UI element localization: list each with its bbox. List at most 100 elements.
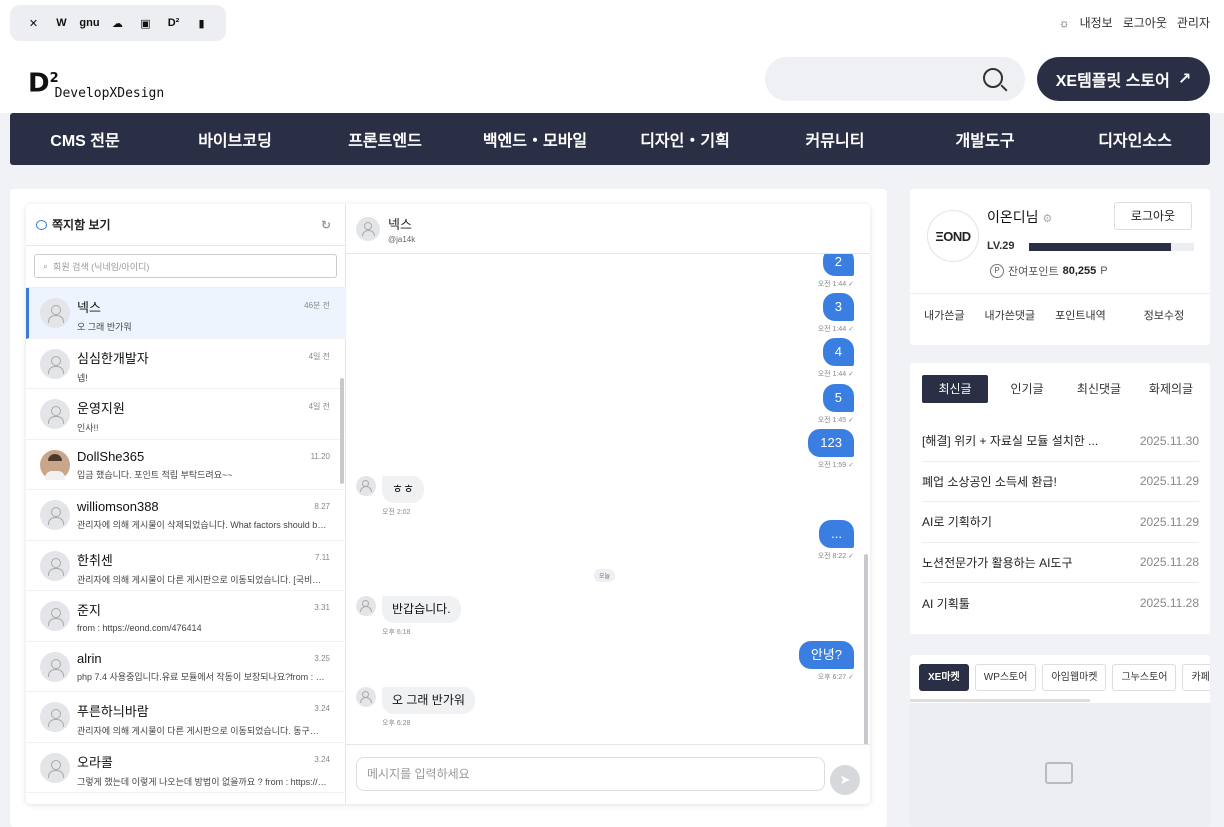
conversation-item[interactable]: williomson388 관리자에 의해 게시물이 삭제되었습니다. What … [26,490,346,541]
conversation-list: 넥스 오 그래 반가워 46분 전 심심한개발자 넵! 4일 전 운영지원인사!! … [26,287,346,804]
chat-panel: 넥스 @ja14k 2 오전 1:44 ✓ 3 오전 1:44 ✓ 4 오전 1… [346,204,870,804]
conversation-time: 11.20 [310,451,330,461]
logo-text: DevelopXDesign [54,85,165,101]
search-input[interactable] [765,57,1025,101]
avatar [356,217,380,241]
search-icon: ⌕ [43,260,49,271]
settings-icon[interactable]: ⚙ [1043,213,1053,225]
tab-latest-comments[interactable]: 최신댓글 [1066,375,1132,403]
conversation-preview: 오 그래 반가워 [77,322,132,332]
conversation-item[interactable]: 푸른하늬바람 관리자에 의해 게시물이 다른 게시판으로 이동되었습니다. 동구에… [26,692,346,743]
theme-toggle-icon[interactable]: ☼ [1059,16,1070,30]
post-title[interactable]: 폐업 소상공인 소득세 환급! [922,473,1057,490]
tab-xe-market[interactable]: XE마켓 [919,664,969,691]
conversation-preview: 그렇게 했는데 이렇게 나오는데 방법이 없을까요 ? from : https… [77,776,327,787]
post-row[interactable]: AI로 기획하기 2025.11.29 [922,502,1199,543]
post-title[interactable]: 노션전문가가 활용하는 AI도구 [922,554,1073,571]
avatar [40,298,70,328]
d2-icon[interactable]: D² [164,14,183,33]
conversation-item[interactable]: DollShe365 입금 했습니다. 포인트 적립 부탁드려요~~ 11.20 [26,440,346,490]
nav-item-frontend[interactable]: 프론트엔드 [310,127,460,151]
book-icon[interactable]: ▮ [192,14,211,33]
nav-item-design-planning[interactable]: 디자인・기획 [610,127,760,151]
arrow-up-right-icon: ↗ [1177,71,1192,88]
received-message: 반갑습니다. 오후 6:18 [356,596,461,637]
search-icon[interactable] [983,68,1003,88]
send-icon[interactable]: ➤ [830,765,860,795]
tab-imweb-market[interactable]: 아임웹마켓 [1042,664,1107,691]
conversation-preview: 입금 했습니다. 포인트 적립 부탁드려요~~ [77,469,233,480]
sent-bubble: 5 [822,384,854,412]
post-title[interactable]: [해결] 위키 + 자료실 모듈 설치한 ... [922,432,1098,449]
conversation-panel: 쪽지함 보기 ↻ ⌕ 회원 검색 (닉네임/아이디) 넥스 오 그래 반가워 46… [26,204,346,804]
my-posts-link[interactable]: 내가쓴글 [924,307,964,323]
conversation-time: 4일 전 [308,402,330,411]
conversation-item[interactable]: 한취센 관리자에 의해 게시물이 다른 게시판으로 이동되었습니다. [국비교육]… [26,541,346,591]
chat-partner-name: 넥스 [388,216,412,232]
chat-scrollbar[interactable] [864,554,868,744]
market-image-placeholder [910,703,1210,827]
post-title[interactable]: AI 기획툴 [922,595,970,612]
my-info-link[interactable]: 내정보 [1080,14,1113,31]
sent-message: 5 오전 1:45 ✓ [818,384,854,425]
conversation-item[interactable]: 넥스 오 그래 반가워 46분 전 [26,288,346,339]
tab-wp-store[interactable]: WP스토어 [974,664,1037,691]
avatar [356,476,376,496]
wordpress-icon[interactable]: W [52,14,71,33]
member-search-input[interactable]: ⌕ 회원 검색 (닉네임/아이디) [34,254,337,278]
message-composer: 메시지를 입력하세요 ➤ [346,744,870,804]
conversation-item[interactable]: 준지 from : https://eond.com/476414 3.31 [26,591,346,642]
tab-cafe[interactable]: 카페 [1182,664,1210,691]
conversation-preview: 인사!! [77,423,99,433]
tab-latest-posts[interactable]: 최신글 [922,375,988,403]
conversation-name: 운영지원 [77,401,125,416]
conversation-time: 3.24 [314,754,330,764]
site-icon[interactable]: ▣ [136,14,155,33]
member-search-placeholder: 회원 검색 (닉네임/아이디) [53,261,150,272]
chat-bubble-icon [36,219,47,230]
nav-item-backend-mobile[interactable]: 백엔드・모바일 [460,127,610,151]
post-row[interactable]: [해결] 위키 + 자료실 모듈 설치한 ... 2025.11.30 [922,421,1199,462]
edit-info-link[interactable]: 정보수정 [1144,307,1184,323]
cloud-icon[interactable]: ☁ [108,14,127,33]
post-date: 2025.11.30 [1139,433,1199,448]
logout-link[interactable]: 로그아웃 [1123,14,1167,31]
tab-popular-posts[interactable]: 인기글 [994,375,1060,403]
post-title[interactable]: AI로 기획하기 [922,513,992,530]
conversation-item[interactable]: 오라콜 그렇게 했는데 이렇게 나오는데 방법이 없을까요 ? from : ht… [26,743,346,793]
sent-bubble: 4 [822,338,854,366]
point-history-link[interactable]: 포인트내역 [1055,307,1106,323]
avatar [40,752,70,783]
tab-hot-posts[interactable]: 화제의글 [1138,375,1204,403]
my-comments-link[interactable]: 내가쓴댓글 [984,307,1035,323]
post-row[interactable]: 폐업 소상공인 소득세 환급! 2025.11.29 [922,462,1199,502]
store-button-label: XE템플릿 스토어 [1055,73,1170,90]
nav-item-dev-tools[interactable]: 개발도구 [910,127,1060,151]
conversation-item[interactable]: 운영지원인사!! 4일 전 [26,389,346,440]
site-icon[interactable]: ✕ [24,14,43,33]
avatar [40,399,70,429]
gnu-icon[interactable]: gnu [79,14,99,33]
market-scrollbar[interactable] [910,699,1090,702]
logo[interactable]: D2 DevelopXDesign [28,66,164,101]
message-time: 오전 1:45 ✓ [817,417,854,424]
nav-item-vibe-coding[interactable]: 바이브코딩 [160,127,310,151]
post-row[interactable]: AI 기획툴 2025.11.28 [922,583,1199,624]
message-input[interactable]: 메시지를 입력하세요 [356,757,825,791]
admin-link[interactable]: 관리자 [1177,14,1210,31]
logout-button[interactable]: 로그아웃 [1114,202,1192,230]
conversation-item[interactable]: alrin php 7.4 사용중입니다.유료 모듈에서 작동이 보장되나요?fr… [26,642,346,692]
post-row[interactable]: 노션전문가가 활용하는 AI도구 2025.11.28 [922,543,1199,583]
refresh-icon[interactable]: ↻ [321,218,331,232]
nav-item-design-source[interactable]: 디자인소스 [1060,127,1210,151]
post-date: 2025.11.28 [1139,596,1199,611]
conversation-scrollbar[interactable] [340,378,344,484]
conversation-preview: 관리자에 의해 게시물이 삭제되었습니다. What factors shoul… [77,520,327,530]
conversation-item[interactable]: 심심한개발자 넵! 4일 전 [26,339,346,389]
top-bar: ✕ W gnu ☁ ▣ D² ▮ ☼ 내정보 로그아웃 관리자 [0,0,1224,48]
tab-gnu-store[interactable]: 그누스토어 [1112,664,1177,691]
template-store-button[interactable]: XE템플릿 스토어 ↗ [1037,57,1210,101]
avatar [40,550,70,581]
nav-item-cms[interactable]: CMS 전문 [10,127,160,151]
nav-item-community[interactable]: 커뮤니티 [760,127,910,151]
